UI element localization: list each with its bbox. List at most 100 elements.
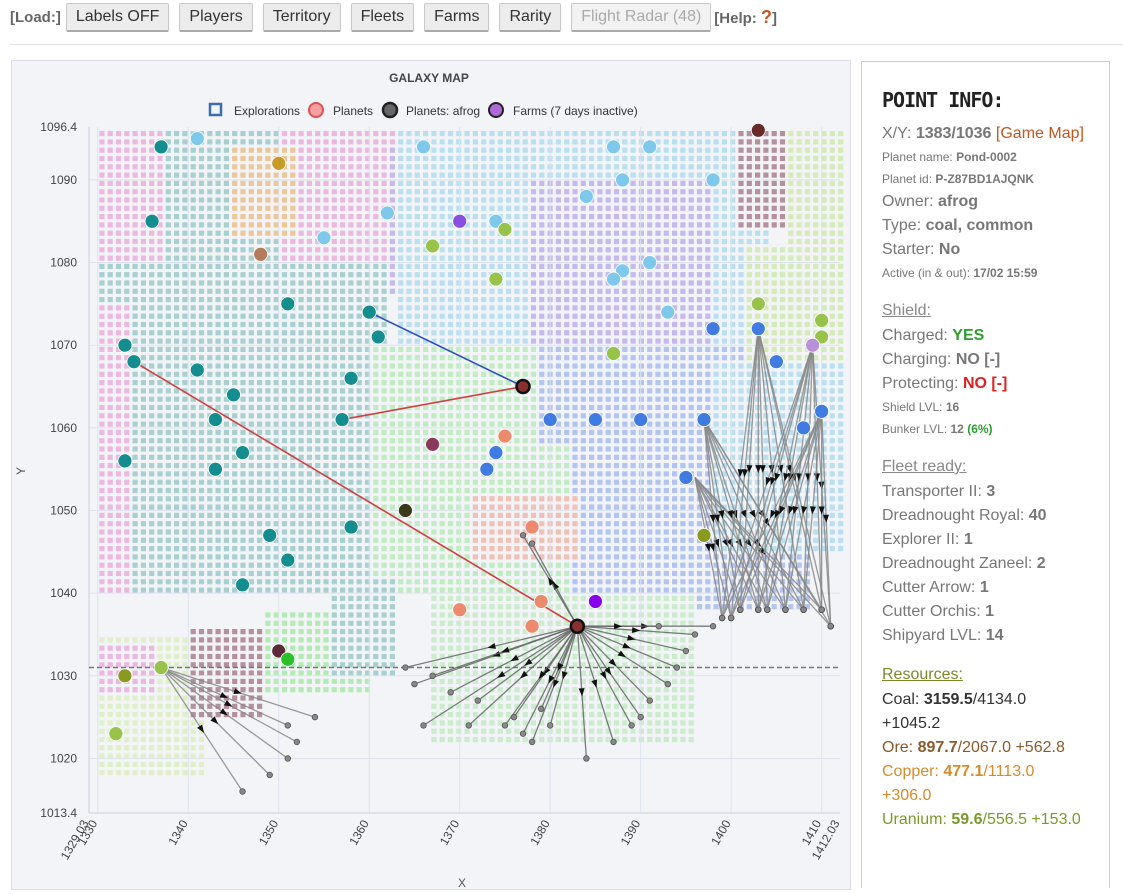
territory-cell [265,288,271,294]
territory-cell [580,214,586,220]
territory-cell [622,570,628,577]
territory-cell [165,487,171,494]
territory-cell [140,255,146,261]
territory-button[interactable]: Territory [262,2,341,32]
territory-cell [564,172,570,178]
territory-cell [622,463,628,469]
territory-cell [423,512,429,518]
territory-cell [497,330,503,336]
territory-cell [115,164,122,170]
territory-cell [431,288,437,294]
farms-button[interactable]: Farms [424,2,490,32]
territory-cell [663,297,669,303]
territory-cell [381,321,387,328]
territory-cell [290,164,296,170]
territory-cell [497,355,503,361]
territory-cell [530,147,537,153]
galaxy-map-svg[interactable]: 1096.41090108010701060105010401030102010… [12,61,850,890]
territory-cell [182,197,188,203]
territory-cell [779,272,786,278]
territory-cell [605,238,611,245]
territory-cell [223,487,229,494]
territory-cell [107,280,113,286]
territory-cell [539,546,545,552]
territory-cell [663,280,669,286]
territory-cell [638,504,644,510]
players-button[interactable]: Players [179,2,253,32]
territory-cell [414,562,420,568]
rarity-button[interactable]: Rarity [499,2,562,32]
territory-cell [223,512,229,518]
territory-cell [165,421,171,427]
territory-cell [356,537,362,543]
territory-cell [622,537,628,543]
territory-cell [447,139,454,145]
territory-cell [630,139,636,145]
flight-radar-button[interactable]: Flight Radar (48) [571,2,712,32]
territory-cell [638,131,644,137]
territory-cell [597,546,603,552]
territory-cell [398,164,404,170]
territory-cell [821,255,827,261]
territory-cell [281,404,288,411]
territory-cell [829,471,835,477]
labels-toggle-button[interactable]: Labels OFF [65,2,170,32]
territory-cell [248,321,254,328]
territory-cell [240,189,246,195]
territory-cell [223,587,229,593]
territory-cell [281,537,288,543]
territory-cell [630,546,636,552]
territory-cell [530,496,537,502]
territory-cell [281,180,288,186]
territory-cell [124,371,130,377]
territory-cell [182,305,188,311]
territory-cell [215,554,221,560]
territory-cell [132,330,138,336]
territory-cell [788,263,794,269]
territory-cell [638,570,644,577]
territory-cell [522,280,528,286]
territory-cell [514,404,520,411]
territory-cell [597,280,603,286]
territory-cell [190,570,196,577]
territory-cell [115,205,122,211]
territory-cell [298,330,304,336]
help-icon[interactable]: ? [761,7,772,27]
territory-cell [638,404,644,411]
territory-cell [331,230,337,236]
territory-cell [373,537,379,543]
territory-cell [705,189,711,195]
fleets-button[interactable]: Fleets [350,2,415,32]
territory-cell [248,471,254,477]
territory-cell [240,297,246,303]
territory-cell [613,512,620,518]
territory-cell [174,155,180,162]
galaxy-map-chart[interactable]: 1096.4 1090 1080 1070 1060 1050 1040 1030 1020 10… [11,60,851,890]
territory-cell [290,471,296,477]
territory-cell [721,297,727,303]
territory-cell [265,396,271,402]
territory-cell [174,471,180,477]
territory-cell [165,471,171,477]
territory-cell [281,139,288,145]
territory-cell [672,214,678,220]
territory-cell [597,288,603,294]
territory-cell [381,189,387,195]
territory-cell [597,363,603,369]
territory-cell [423,355,429,361]
territory-cell [481,197,487,203]
territory-cell [340,404,346,411]
territory-cell [331,321,337,328]
territory-cell [663,164,669,170]
territory-cell [198,537,205,543]
territory-cell [564,512,570,518]
territory-cell [182,529,188,535]
territory-cell [597,388,603,394]
territory-cell [680,288,686,294]
territory-cell [273,438,279,444]
territory-cell [738,238,744,245]
territory-cell [223,222,229,228]
territory-cell [348,587,354,593]
territory-cell [439,197,445,203]
territory-cell [207,155,213,162]
